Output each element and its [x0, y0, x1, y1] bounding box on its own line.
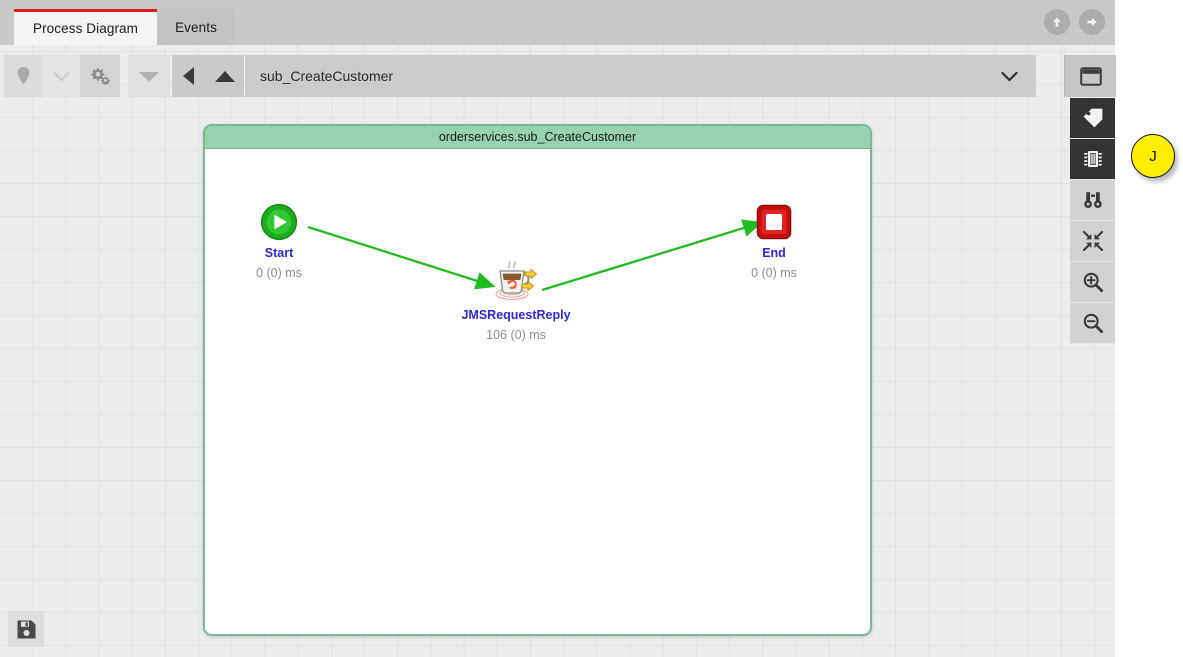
- chevron-down-icon[interactable]: [42, 55, 80, 97]
- previous-button[interactable]: [172, 55, 206, 97]
- node-start-time: 0 (0) ms: [256, 266, 302, 280]
- tab-process-diagram-label: Process Diagram: [32, 21, 139, 36]
- start-play-icon: [260, 203, 298, 241]
- forward-icon[interactable]: [1079, 9, 1105, 35]
- tab-bar: Process Diagram Events: [0, 0, 1115, 45]
- collapse-icon[interactable]: [1070, 221, 1115, 262]
- binoculars-icon[interactable]: [1070, 180, 1115, 221]
- process-group-title: orderservices.sub_CreateCustomer: [205, 126, 870, 149]
- process-select-value: sub_CreateCustomer: [260, 68, 394, 84]
- top-action-buttons: [1044, 9, 1105, 35]
- save-floppy-icon: [17, 620, 35, 638]
- process-group-body: Start 0 (0) ms JMSRequestReply 106 (0) m…: [205, 149, 870, 633]
- node-end[interactable]: End 0 (0) ms: [699, 203, 849, 280]
- node-start[interactable]: Start 0 (0) ms: [205, 203, 354, 280]
- node-jms-time: 106 (0) ms: [486, 328, 546, 342]
- chip-icon[interactable]: [1070, 139, 1115, 180]
- save-button[interactable]: [8, 611, 44, 647]
- upload-icon[interactable]: [1044, 9, 1070, 35]
- window-panel-icon[interactable]: [1064, 55, 1116, 97]
- node-start-label: Start: [264, 246, 294, 260]
- process-diagram-app: Process Diagram Events sub_CreateCustome…: [0, 0, 1183, 657]
- node-end-label: End: [762, 246, 786, 260]
- chevron-down-icon[interactable]: [1001, 55, 1018, 97]
- diagram-toolbar: sub_CreateCustomer: [0, 55, 1116, 97]
- tab-process-diagram[interactable]: Process Diagram: [14, 9, 157, 45]
- node-end-time: 0 (0) ms: [751, 266, 797, 280]
- up-button[interactable]: [206, 55, 244, 97]
- node-jms-request-reply[interactable]: JMSRequestReply 106 (0) ms: [441, 259, 591, 342]
- avatar[interactable]: J: [1131, 134, 1175, 178]
- diagram-tool-rail: [1070, 98, 1115, 344]
- gears-icon[interactable]: [80, 55, 120, 97]
- tab-events[interactable]: Events: [157, 9, 235, 45]
- tab-events-label: Events: [175, 19, 217, 35]
- zoom-out-icon[interactable]: [1070, 303, 1115, 344]
- end-stop-icon: [756, 204, 792, 240]
- triangle-down-icon[interactable]: [128, 55, 170, 97]
- avatar-initial: J: [1149, 147, 1157, 165]
- node-jms-label: JMSRequestReply: [461, 308, 571, 322]
- process-group[interactable]: orderservices.sub_CreateCustomer Start 0…: [203, 124, 872, 636]
- tag-icon[interactable]: [1070, 98, 1115, 139]
- jms-request-reply-icon: [495, 261, 537, 300]
- zoom-in-icon[interactable]: [1070, 262, 1115, 303]
- location-pin-icon[interactable]: [4, 55, 42, 97]
- process-select[interactable]: sub_CreateCustomer: [245, 55, 1036, 97]
